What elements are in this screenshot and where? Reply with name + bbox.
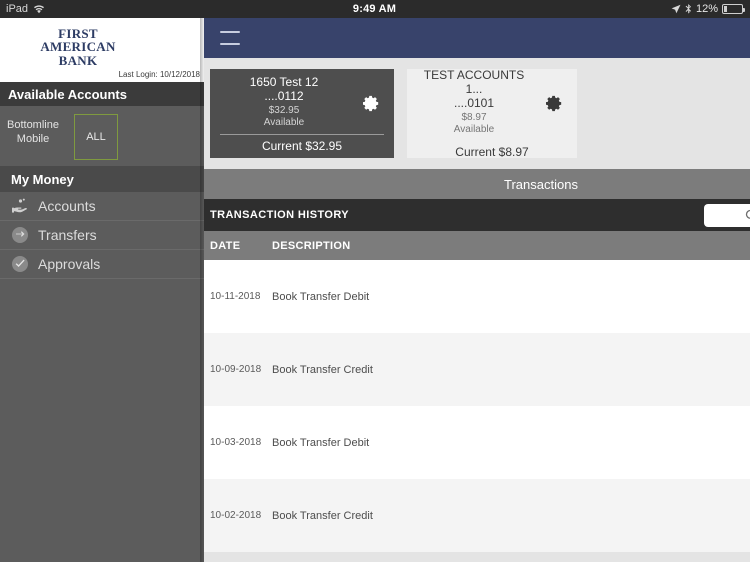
organization-label: Bottomline Mobile <box>7 119 59 145</box>
background-web-panel: FIRST AMERICAN BANK Last Login: 10/12/20… <box>0 18 204 562</box>
account-card-list: 1650 Test 12 ....0112 $32.95 Available C… <box>204 58 750 169</box>
transaction-history-bar: TRANSACTION HISTORY <box>204 199 750 231</box>
transaction-date: 10-09-2018 <box>210 364 262 375</box>
logo-line-1: FIRST <box>58 26 98 41</box>
hand-coins-icon <box>11 197 29 215</box>
table-row[interactable]: 10-11-2018 Book Transfer Debit <box>204 260 750 333</box>
hamburger-menu-icon[interactable] <box>220 31 240 45</box>
device-name: iPad <box>6 3 29 15</box>
banking-app: 1650 Test 12 ....0112 $32.95 Available C… <box>204 18 750 562</box>
location-arrow-icon <box>671 4 681 14</box>
sidebar-item-label: Approvals <box>38 256 101 272</box>
all-accounts-button[interactable]: ALL <box>74 114 118 160</box>
account-card[interactable]: TEST ACCOUNTS 1... ....0101 $8.97 Availa… <box>407 68 577 159</box>
transaction-description: Book Transfer Debit <box>272 290 370 303</box>
tab-transactions[interactable]: Transactions <box>504 177 578 192</box>
bank-logo: FIRST AMERICAN BANK <box>18 27 138 67</box>
transaction-description: Book Transfer Credit <box>272 509 373 522</box>
wifi-icon <box>33 4 45 14</box>
ios-status-bar: iPad 9:49 AM 12% <box>0 0 750 18</box>
account-card-selected[interactable]: 1650 Test 12 ....0112 $32.95 Available C… <box>210 69 394 158</box>
current-balance: Current $32.95 <box>261 138 343 153</box>
available-label: Available <box>263 116 305 128</box>
transaction-column-header: DATE DESCRIPTION <box>204 231 750 260</box>
available-amount: $8.97 <box>461 112 487 123</box>
table-row[interactable]: 10-03-2018 Book Transfer Debit <box>204 406 750 479</box>
search-input[interactable] <box>704 204 750 227</box>
account-number: ....0101 <box>453 96 495 110</box>
account-name: 1650 Test 12 <box>249 74 319 89</box>
current-balance: Current $8.97 <box>455 145 529 159</box>
logo-line-2: AMERICAN <box>40 39 116 55</box>
app-navbar <box>204 18 750 58</box>
battery-percent: 12% <box>695 3 718 15</box>
transaction-history-title: TRANSACTION HISTORY <box>210 209 349 221</box>
transaction-date: 10-02-2018 <box>210 510 262 521</box>
ipad-screen: iPad 9:49 AM 12% FIRST AMERICAN BANK Las… <box>0 0 750 562</box>
search-icon <box>745 209 750 222</box>
available-accounts-header: Available Accounts <box>0 82 204 106</box>
app-edge-shadow <box>200 18 204 562</box>
transfer-arrows-icon <box>11 226 29 244</box>
card-divider <box>220 133 384 135</box>
gear-icon[interactable] <box>363 95 380 117</box>
table-row[interactable]: 10-09-2018 Book Transfer Credit <box>204 333 750 406</box>
sidebar-item-label: Transfers <box>38 227 97 243</box>
sidebar-item-transfers[interactable]: Transfers <box>0 221 204 250</box>
transaction-date: 10-03-2018 <box>210 437 262 448</box>
table-row[interactable]: 10-02-2018 Book Transfer Credit <box>204 479 750 552</box>
bank-brand-bar: FIRST AMERICAN BANK Last Login: 10/12/20… <box>0 18 204 82</box>
check-circle-icon <box>11 255 29 273</box>
sidebar-item-label: Accounts <box>38 198 96 214</box>
logo-line-3: BANK <box>58 52 98 68</box>
column-header-description: DESCRIPTION <box>272 239 351 252</box>
my-money-section-title: My Money <box>0 166 204 192</box>
column-header-date: DATE <box>210 239 241 252</box>
status-bar-right: 12% <box>543 3 750 15</box>
transaction-date: 10-11-2018 <box>210 291 261 302</box>
available-amount: $32.95 <box>268 104 300 116</box>
bluetooth-icon <box>685 3 692 15</box>
battery-icon <box>722 4 745 14</box>
transaction-list: 10-11-2018 Book Transfer Debit 10-09-201… <box>204 260 750 552</box>
account-name: TEST ACCOUNTS 1... <box>423 68 525 96</box>
tab-bar: Transactions <box>204 169 750 199</box>
sidebar-item-accounts[interactable]: Accounts <box>0 192 204 221</box>
transaction-description: Book Transfer Debit <box>272 436 370 449</box>
account-selector: Bottomline Mobile ALL <box>0 106 204 166</box>
clock: 9:49 AM <box>352 3 397 15</box>
sidebar-item-approvals[interactable]: Approvals <box>0 250 204 279</box>
transaction-description: Book Transfer Credit <box>272 363 373 376</box>
available-label: Available <box>453 124 495 135</box>
account-number: ....0112 <box>264 88 304 103</box>
last-login-text: Last Login: 10/12/2018 <box>118 70 200 79</box>
status-bar-left: iPad <box>0 3 206 15</box>
gear-icon[interactable] <box>546 95 563 117</box>
